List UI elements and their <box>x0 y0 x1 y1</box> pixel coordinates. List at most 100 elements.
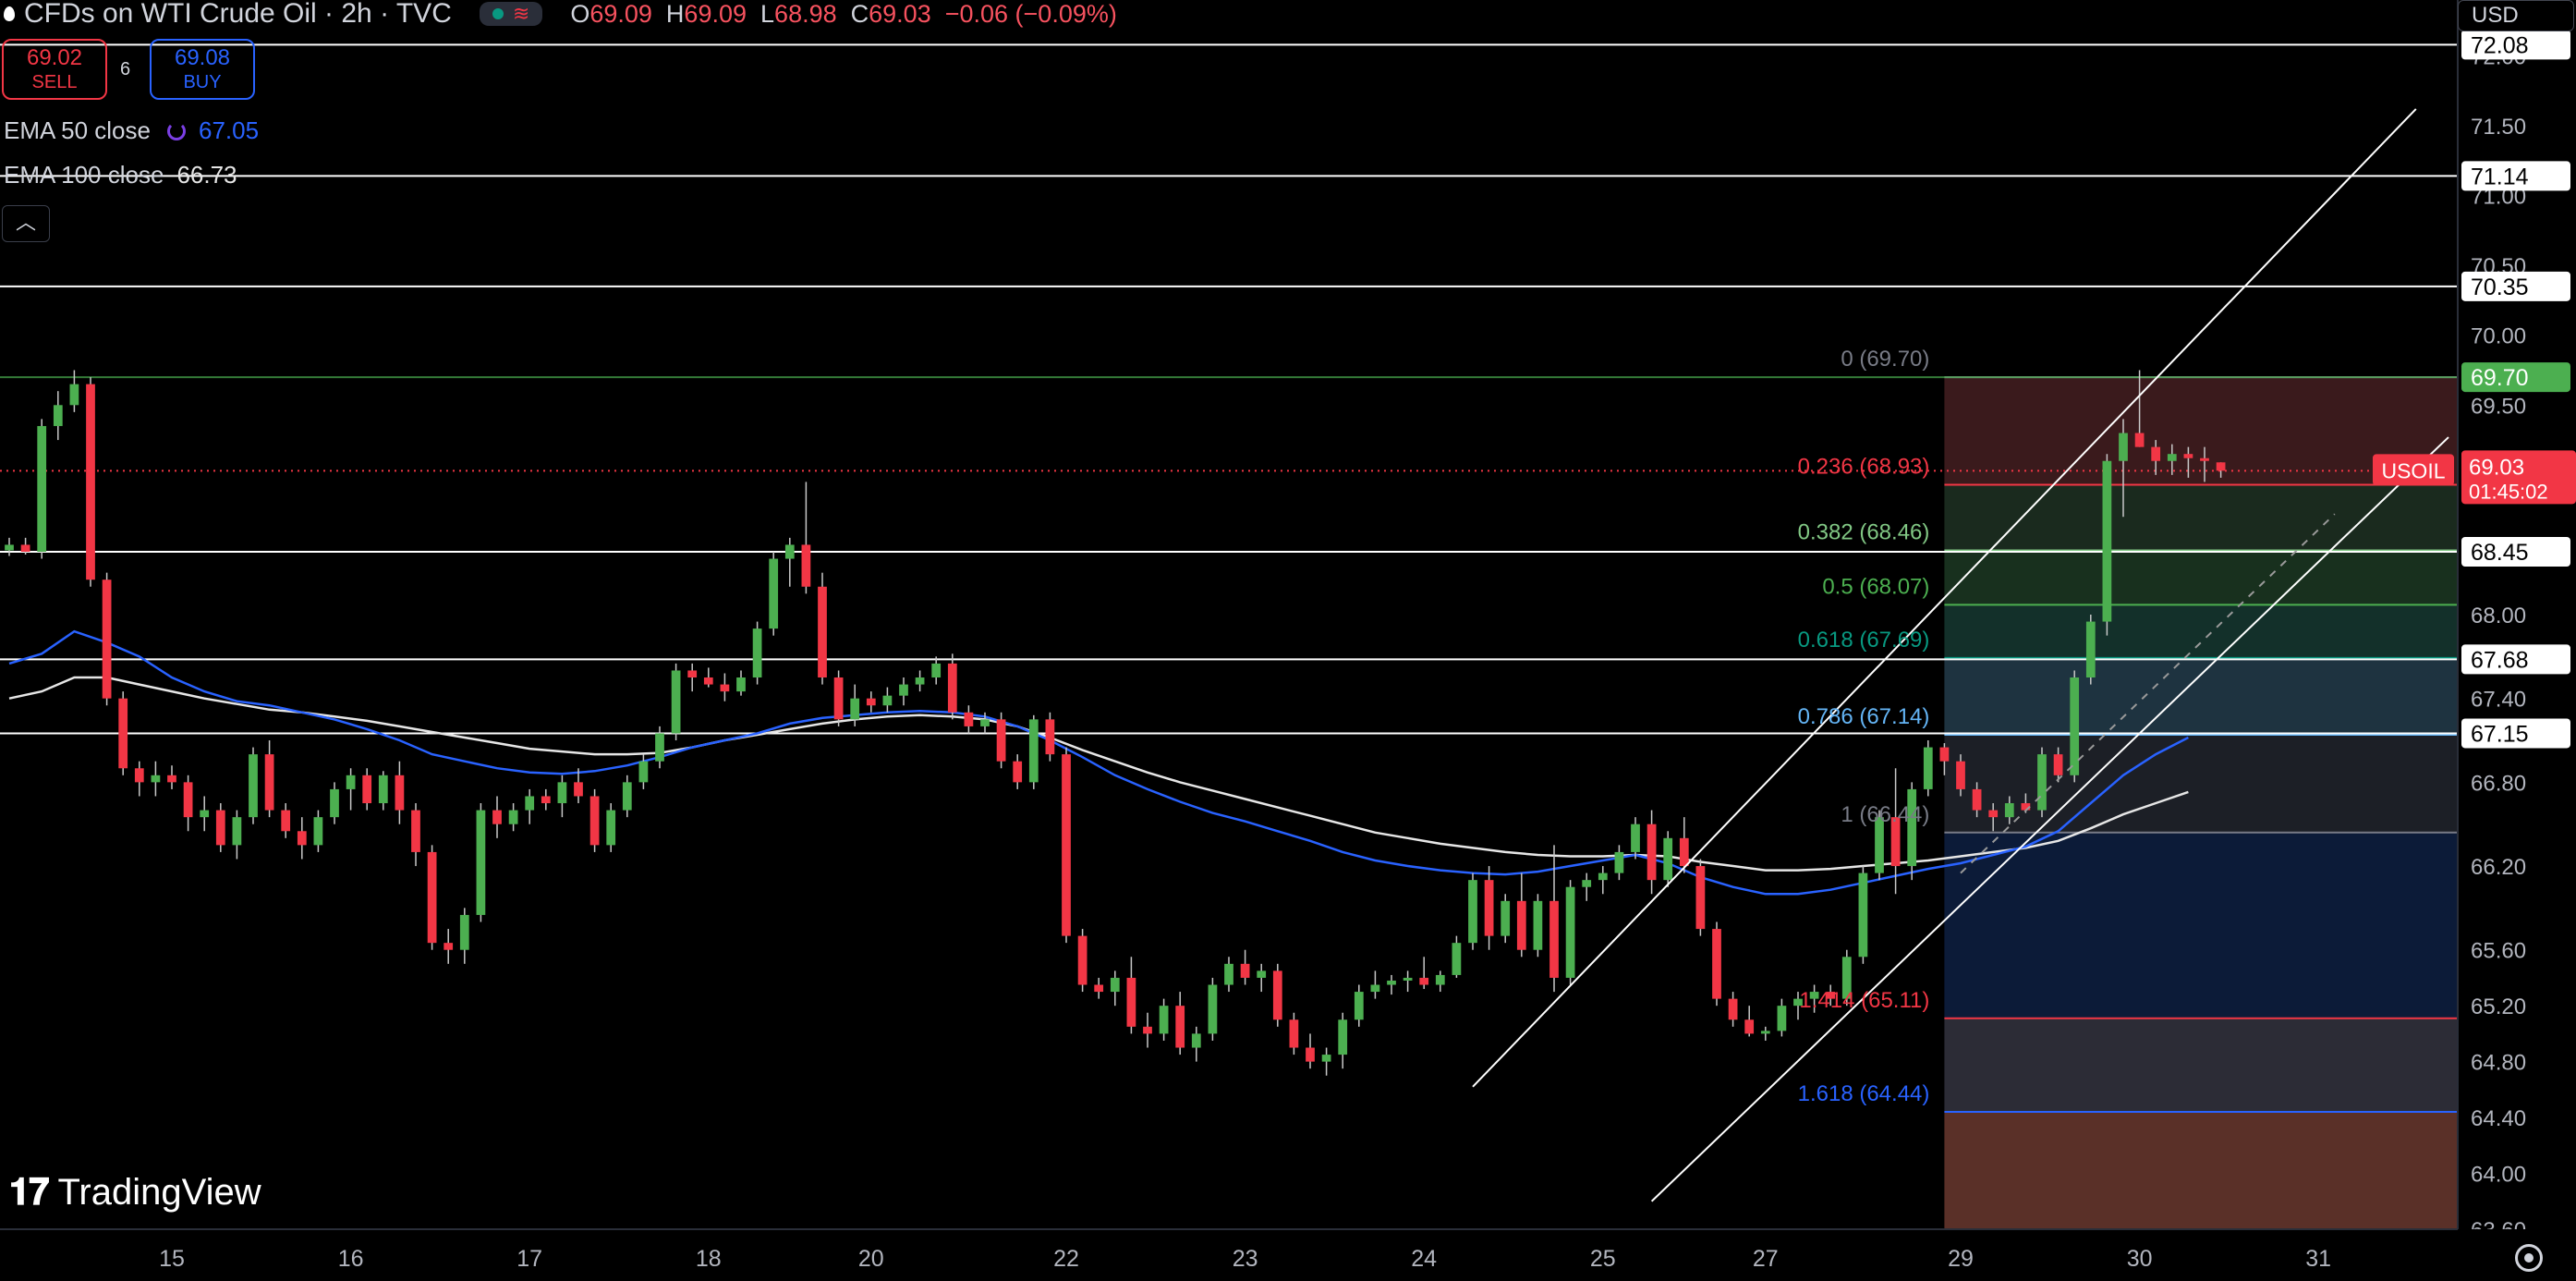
candle-down <box>427 851 437 944</box>
time-tick-label: 16 <box>338 1246 364 1272</box>
sell-button[interactable]: 69.02 SELL <box>2 39 107 100</box>
candle-down <box>574 782 583 797</box>
candle-up <box>1159 1006 1169 1034</box>
fib-label-0.236: 0.236 (68.93) <box>1798 454 1930 479</box>
symbol-header: CFDs on WTI Crude Oil · 2h · TVC ≋ O69.0… <box>0 0 1117 30</box>
candle-down <box>264 754 274 811</box>
level-price-tag-text: 67.15 <box>2471 721 2529 747</box>
fib-label-0.382: 0.382 (68.46) <box>1798 519 1930 544</box>
time-tick-label: 20 <box>858 1246 884 1272</box>
candle-up <box>313 817 323 846</box>
low-value: 68.98 <box>774 0 837 28</box>
fib-zone-1.414 <box>1944 1018 2458 1113</box>
last-price-text: 69.03 <box>2469 455 2524 480</box>
candle-up <box>1468 880 1477 944</box>
candle-down <box>183 782 193 818</box>
currency-selector[interactable]: USD <box>2458 0 2574 31</box>
candle-down <box>1062 754 1071 936</box>
buy-button[interactable]: 69.08 BUY <box>150 39 255 100</box>
price-tick-label: 70.00 <box>2471 324 2526 349</box>
candle-down <box>1272 970 1282 1020</box>
candle-up <box>1777 1006 1787 1031</box>
candle-up <box>606 810 616 846</box>
candle-down <box>2134 433 2145 447</box>
candle-down <box>541 796 551 804</box>
price-chart[interactable]: 0 (69.70) 0.236 (68.93) 0.382 (68.46) 0.5 (… <box>0 0 2576 1281</box>
ema-lines <box>8 629 2189 896</box>
candle-up <box>1370 984 1380 993</box>
price-tick-label: 65.20 <box>2471 994 2526 1019</box>
candle-down <box>1712 929 1721 999</box>
candle-down <box>2151 446 2161 461</box>
level-price-tag-text: 68.45 <box>2471 540 2529 566</box>
chart-stage[interactable]: 0 (69.70) 0.236 (68.93) 0.382 (68.46) 0.5 (… <box>0 0 2576 1281</box>
time-tick-label: 23 <box>1233 1246 1258 1272</box>
level-price-tag-text: 67.68 <box>2471 647 2529 673</box>
candle-down <box>1988 810 1999 818</box>
candle-up <box>1582 880 1592 887</box>
candle-up <box>2085 621 2096 678</box>
price-tick-label: 71.50 <box>2471 115 2526 140</box>
sell-label: SELL <box>31 72 78 92</box>
candle-up <box>1598 872 1608 881</box>
candle-down <box>1484 880 1494 936</box>
fib-labels: 0 (69.70) 0.236 (68.93) 0.382 (68.46) 0.5 (… <box>1798 347 1930 1106</box>
candle-up <box>5 544 14 551</box>
chevron-up-icon[interactable]: ︿ <box>2 205 50 242</box>
change-value: −0.06 (−0.09%) <box>944 0 1117 28</box>
candle-up <box>508 810 518 824</box>
candle-down <box>1419 977 1429 985</box>
candle-up <box>1452 943 1462 975</box>
candle-up <box>980 719 990 726</box>
close-value: 69.03 <box>869 0 931 28</box>
candle-down <box>167 775 176 783</box>
time-tick-label: 25 <box>1590 1246 1616 1272</box>
candle-up <box>655 733 664 762</box>
candle-down <box>833 677 844 720</box>
candle-up <box>1403 977 1413 981</box>
candle-down <box>1646 824 1657 881</box>
candle-down <box>1094 984 1104 993</box>
buy-price: 69.08 <box>174 45 231 70</box>
candle-up <box>1191 1033 1201 1048</box>
candle-up <box>1257 970 1267 978</box>
candle-down <box>947 663 957 713</box>
candle-down <box>1744 1019 1755 1034</box>
ema50-value: 67.05 <box>198 116 260 144</box>
time-tick-label: 17 <box>516 1246 542 1272</box>
price-tick-label: 69.50 <box>2471 394 2526 419</box>
candle-up <box>1224 963 1233 985</box>
ema100-legend[interactable]: EMA 100 close 66.73 <box>4 161 237 189</box>
candle-down <box>492 810 502 824</box>
fib-zone-0.618 <box>1944 657 2458 735</box>
time-tick-label: 18 <box>696 1246 722 1272</box>
candle-up <box>1321 1055 1331 1062</box>
fib-zero-tag-text: 69.70 <box>2471 365 2529 391</box>
time-tick-label: 24 <box>1411 1246 1437 1272</box>
candle-down <box>362 775 372 804</box>
buy-label: BUY <box>183 72 222 92</box>
candle-down <box>1306 1047 1315 1062</box>
candle-up <box>1028 719 1039 783</box>
candle-up <box>1760 1031 1770 1034</box>
price-tick-label: 64.40 <box>2471 1106 2526 1131</box>
candle-down <box>2053 754 2063 775</box>
market-open-dot-icon <box>492 8 504 19</box>
gear-icon[interactable] <box>2515 1244 2543 1272</box>
candle-down <box>395 775 405 811</box>
market-status-pill[interactable]: ≋ <box>479 2 543 26</box>
candle-down <box>1679 837 1689 867</box>
fib-zone-fills <box>1944 377 2458 1229</box>
symbol-title[interactable]: CFDs on WTI Crude Oil · 2h · TVC <box>24 0 452 30</box>
candle-down <box>1549 900 1559 978</box>
tradingview-logo[interactable]: 𝟏𝟕 TradingView <box>9 1172 261 1214</box>
time-axis <box>0 1229 2576 1281</box>
candle-up <box>1208 984 1218 1034</box>
tradingview-logo-icon: 𝟏𝟕 <box>9 1172 49 1213</box>
fib-label-1: 1 (66.44) <box>1841 802 1929 827</box>
ema50-legend[interactable]: EMA 50 close 67.05 <box>4 116 259 145</box>
fib-zone-1.618 <box>1944 1112 2458 1229</box>
spread-value: 6 <box>120 59 131 79</box>
high-value: 69.09 <box>684 0 747 28</box>
candle-down <box>818 586 827 678</box>
